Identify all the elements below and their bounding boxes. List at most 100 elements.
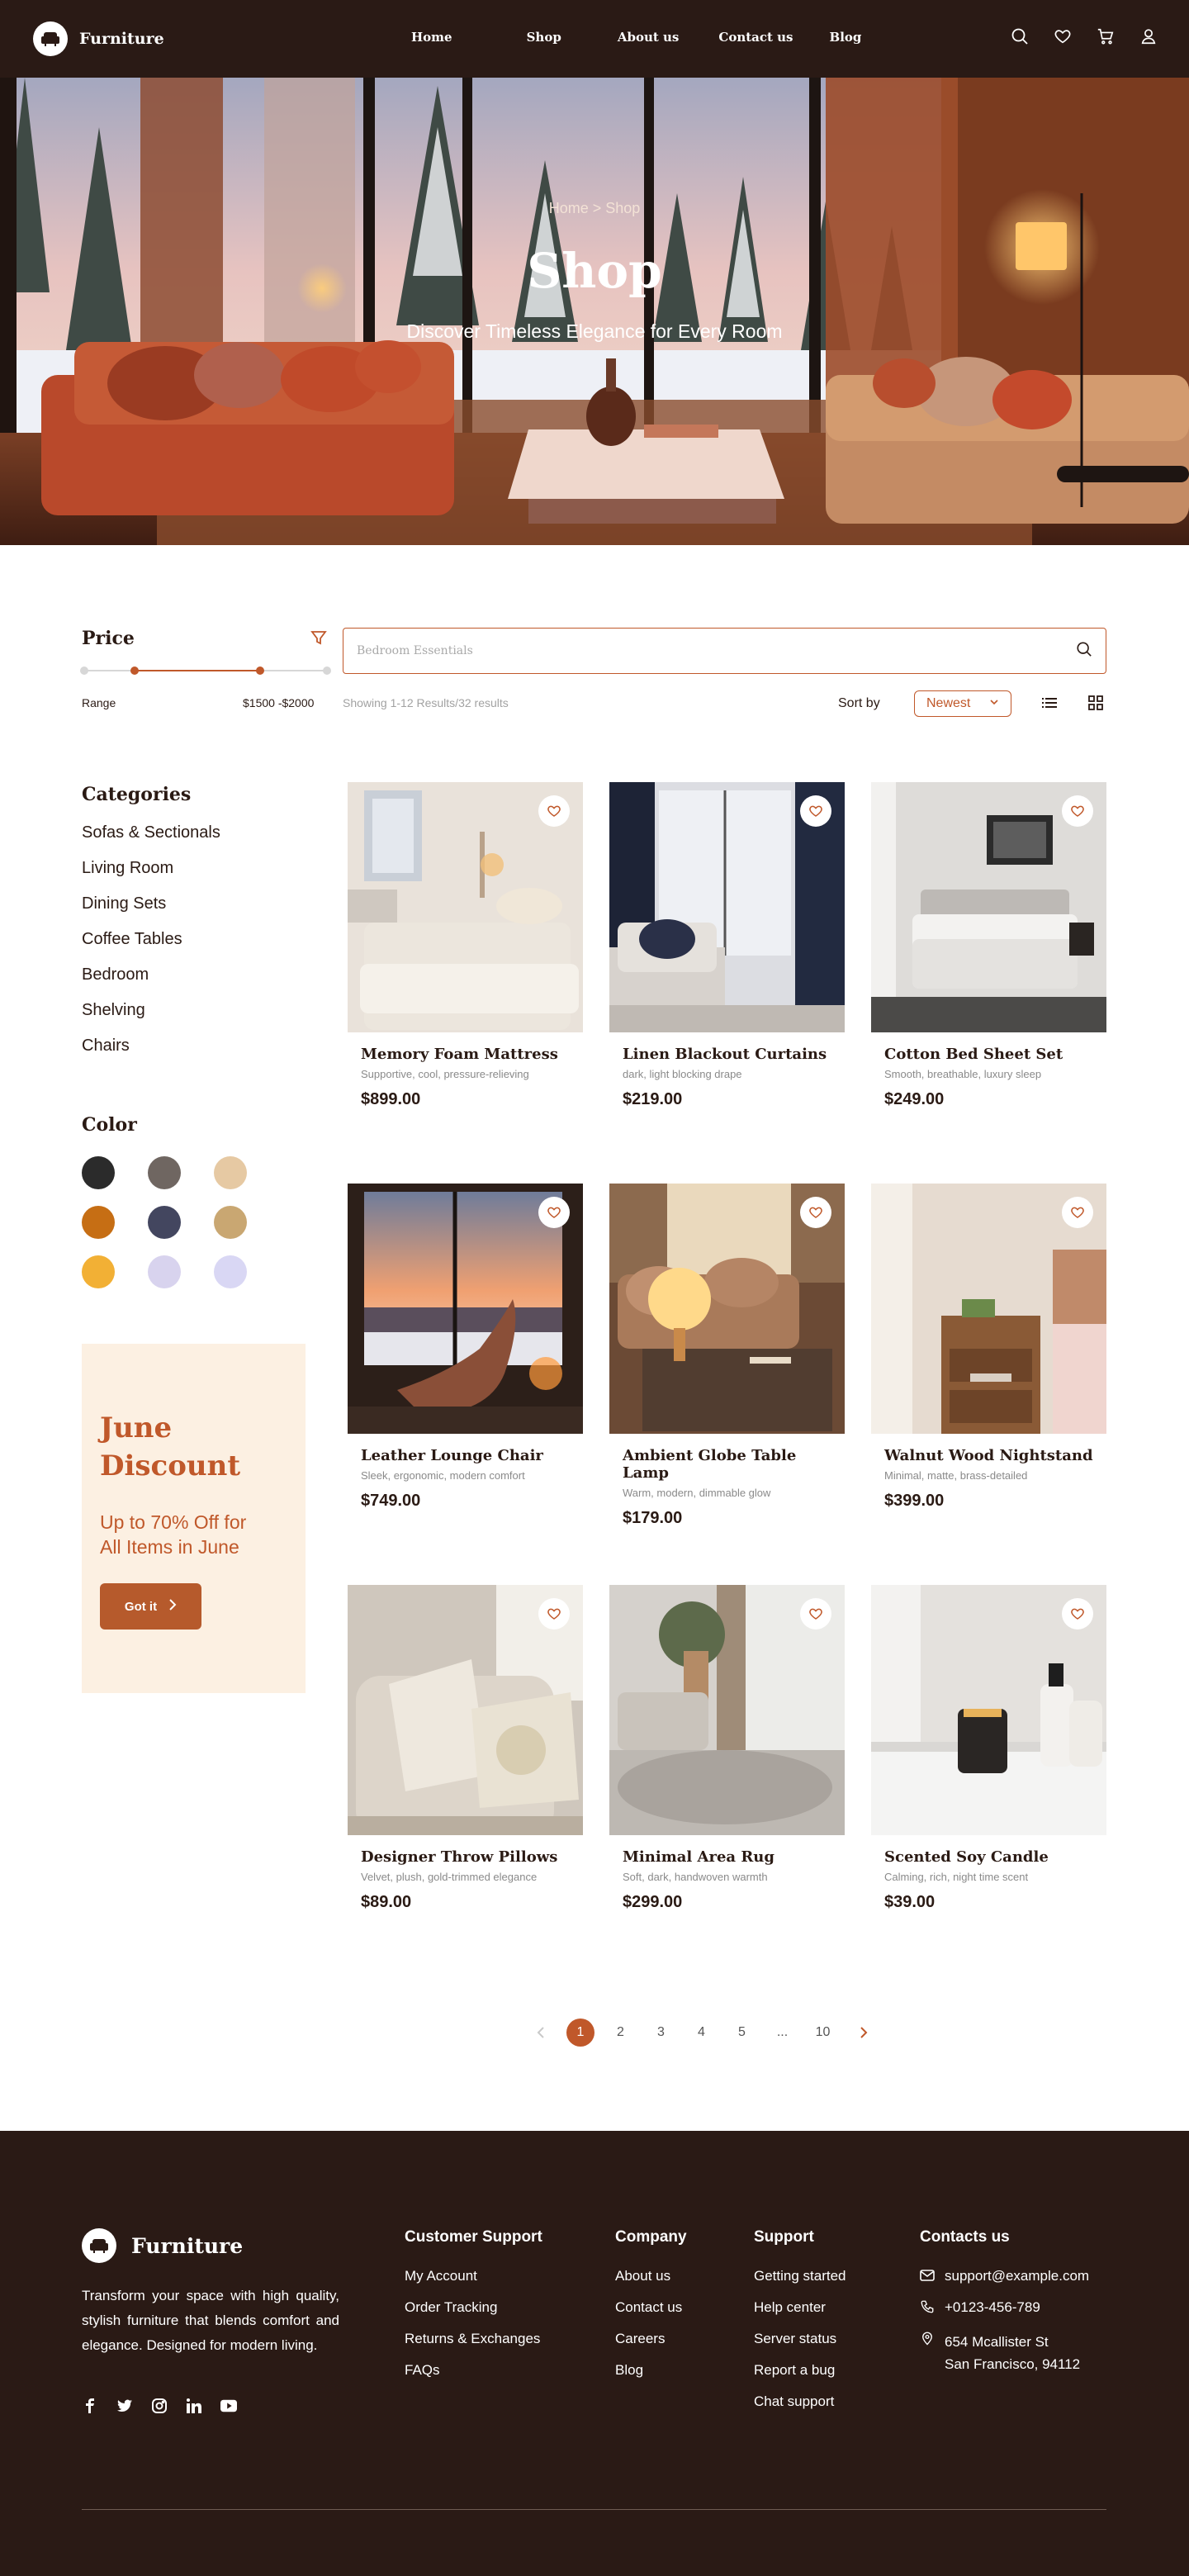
wishlist-heart-icon[interactable] bbox=[1062, 1598, 1093, 1630]
wishlist-heart-icon[interactable] bbox=[1062, 1197, 1093, 1228]
product-image[interactable] bbox=[348, 782, 583, 1032]
footer-link[interactable]: FAQs bbox=[405, 2362, 542, 2393]
color-swatch[interactable] bbox=[214, 1255, 247, 1288]
page-button[interactable]: 3 bbox=[641, 2019, 681, 2047]
chevron-left-icon[interactable] bbox=[520, 2019, 561, 2047]
product-card[interactable]: Cotton Bed Sheet Set Smooth, breathable,… bbox=[871, 782, 1106, 1184]
slider-low-handle[interactable] bbox=[130, 667, 139, 675]
page-button[interactable]: 5 bbox=[722, 2019, 762, 2047]
product-image[interactable] bbox=[871, 1585, 1106, 1835]
wishlist-heart-icon[interactable] bbox=[538, 795, 570, 827]
contact-phone[interactable]: +0123-456-789 bbox=[945, 2299, 1040, 2316]
color-swatch[interactable] bbox=[214, 1206, 247, 1239]
user-icon[interactable] bbox=[1139, 27, 1158, 45]
page-button[interactable]: 2 bbox=[600, 2019, 641, 2047]
cart-icon[interactable] bbox=[1097, 27, 1115, 45]
page-button-current[interactable]: 1 bbox=[566, 2019, 594, 2047]
nav-link-home[interactable]: Home bbox=[411, 30, 452, 45]
footer-link[interactable]: Report a bug bbox=[754, 2362, 846, 2393]
category-item[interactable]: Dining Sets bbox=[82, 894, 220, 930]
linkedin-icon[interactable] bbox=[186, 2398, 202, 2414]
footer-link[interactable]: Careers bbox=[615, 2331, 687, 2362]
footer-link[interactable]: Contact us bbox=[615, 2299, 687, 2331]
product-image[interactable] bbox=[871, 782, 1106, 1032]
product-name[interactable]: Linen Blackout Curtains bbox=[623, 1046, 845, 1063]
slider-max-handle[interactable] bbox=[323, 667, 331, 675]
search-icon[interactable] bbox=[1076, 641, 1092, 662]
color-swatch[interactable] bbox=[148, 1206, 181, 1239]
product-image[interactable] bbox=[609, 782, 845, 1032]
footer-link[interactable]: Getting started bbox=[754, 2268, 846, 2299]
product-name[interactable]: Walnut Wood Nightstand bbox=[884, 1447, 1106, 1464]
product-name[interactable]: Ambient Globe Table Lamp bbox=[623, 1447, 845, 1482]
wishlist-heart-icon[interactable] bbox=[800, 1197, 831, 1228]
product-card[interactable]: Memory Foam Mattress Supportive, cool, p… bbox=[348, 782, 583, 1184]
product-card[interactable]: Walnut Wood Nightstand Minimal, matte, b… bbox=[871, 1184, 1106, 1585]
chevron-right-icon[interactable] bbox=[843, 2019, 883, 2047]
product-card[interactable]: Ambient Globe Table Lamp Warm, modern, d… bbox=[609, 1184, 845, 1585]
product-card[interactable]: Leather Lounge Chair Sleek, ergonomic, m… bbox=[348, 1184, 583, 1585]
color-swatch[interactable] bbox=[148, 1156, 181, 1189]
color-swatch[interactable] bbox=[148, 1255, 181, 1288]
product-card[interactable]: Scented Soy Candle Calming, rich, night … bbox=[871, 1585, 1106, 1986]
product-card[interactable]: Designer Throw Pillows Velvet, plush, go… bbox=[348, 1585, 583, 1986]
contact-email[interactable]: support@example.com bbox=[945, 2268, 1089, 2284]
product-name[interactable]: Leather Lounge Chair bbox=[361, 1447, 583, 1464]
wishlist-heart-icon[interactable] bbox=[538, 1598, 570, 1630]
footer-link[interactable]: Server status bbox=[754, 2331, 846, 2362]
wishlist-heart-icon[interactable] bbox=[800, 1598, 831, 1630]
product-image[interactable] bbox=[348, 1184, 583, 1434]
category-item[interactable]: Coffee Tables bbox=[82, 930, 220, 965]
product-name[interactable]: Memory Foam Mattress bbox=[361, 1046, 583, 1063]
slider-min-handle[interactable] bbox=[80, 667, 88, 675]
footer-link[interactable]: Help center bbox=[754, 2299, 846, 2331]
product-card[interactable]: Minimal Area Rug Soft, dark, handwoven w… bbox=[609, 1585, 845, 1986]
page-button[interactable]: 10 bbox=[803, 2019, 843, 2047]
search-input[interactable] bbox=[357, 644, 1076, 657]
footer-brand[interactable]: Furniture bbox=[82, 2228, 243, 2263]
category-item[interactable]: Chairs bbox=[82, 1037, 220, 1072]
slider-high-handle[interactable] bbox=[256, 667, 264, 675]
footer-link[interactable]: Returns & Exchanges bbox=[405, 2331, 542, 2362]
product-image[interactable] bbox=[348, 1585, 583, 1835]
category-item[interactable]: Sofas & Sectionals bbox=[82, 823, 220, 859]
color-swatch[interactable] bbox=[82, 1255, 115, 1288]
product-image[interactable] bbox=[871, 1184, 1106, 1434]
nav-link-contact[interactable]: Contact us bbox=[718, 30, 793, 45]
color-swatch[interactable] bbox=[214, 1156, 247, 1189]
product-name[interactable]: Designer Throw Pillows bbox=[361, 1848, 583, 1866]
category-item[interactable]: Living Room bbox=[82, 859, 220, 894]
page-button[interactable]: 4 bbox=[681, 2019, 722, 2047]
footer-link[interactable]: Order Tracking bbox=[405, 2299, 542, 2331]
facebook-icon[interactable] bbox=[82, 2398, 98, 2414]
color-swatch[interactable] bbox=[82, 1206, 115, 1239]
brand[interactable]: Furniture bbox=[33, 21, 164, 56]
product-image[interactable] bbox=[609, 1184, 845, 1434]
footer-link[interactable]: Chat support bbox=[754, 2393, 846, 2425]
grid-view-icon[interactable] bbox=[1088, 695, 1103, 710]
wishlist-heart-icon[interactable] bbox=[538, 1197, 570, 1228]
price-range-slider[interactable] bbox=[80, 666, 331, 676]
nav-link-blog[interactable]: Blog bbox=[830, 30, 862, 45]
footer-link[interactable]: About us bbox=[615, 2268, 687, 2299]
product-name[interactable]: Minimal Area Rug bbox=[623, 1848, 845, 1866]
filter-icon[interactable] bbox=[310, 629, 327, 646]
product-name[interactable]: Scented Soy Candle bbox=[884, 1848, 1106, 1866]
product-card[interactable]: Linen Blackout Curtains dark, light bloc… bbox=[609, 782, 845, 1184]
list-view-icon[interactable] bbox=[1042, 695, 1057, 710]
youtube-icon[interactable] bbox=[220, 2398, 237, 2414]
wishlist-heart-icon[interactable] bbox=[1062, 795, 1093, 827]
search-icon[interactable] bbox=[1011, 27, 1029, 45]
got-it-button[interactable]: Got it bbox=[100, 1583, 201, 1630]
sort-dropdown[interactable]: Newest bbox=[914, 690, 1011, 717]
product-name[interactable]: Cotton Bed Sheet Set bbox=[884, 1046, 1106, 1063]
heart-icon[interactable] bbox=[1054, 27, 1072, 45]
product-image[interactable] bbox=[609, 1585, 845, 1835]
footer-link[interactable]: My Account bbox=[405, 2268, 542, 2299]
nav-link-about[interactable]: About us bbox=[618, 30, 680, 45]
category-item[interactable]: Shelving bbox=[82, 1001, 220, 1037]
footer-link[interactable]: Blog bbox=[615, 2362, 687, 2393]
nav-link-shop[interactable]: Shop bbox=[527, 30, 561, 45]
color-swatch[interactable] bbox=[82, 1156, 115, 1189]
category-item[interactable]: Bedroom bbox=[82, 965, 220, 1001]
